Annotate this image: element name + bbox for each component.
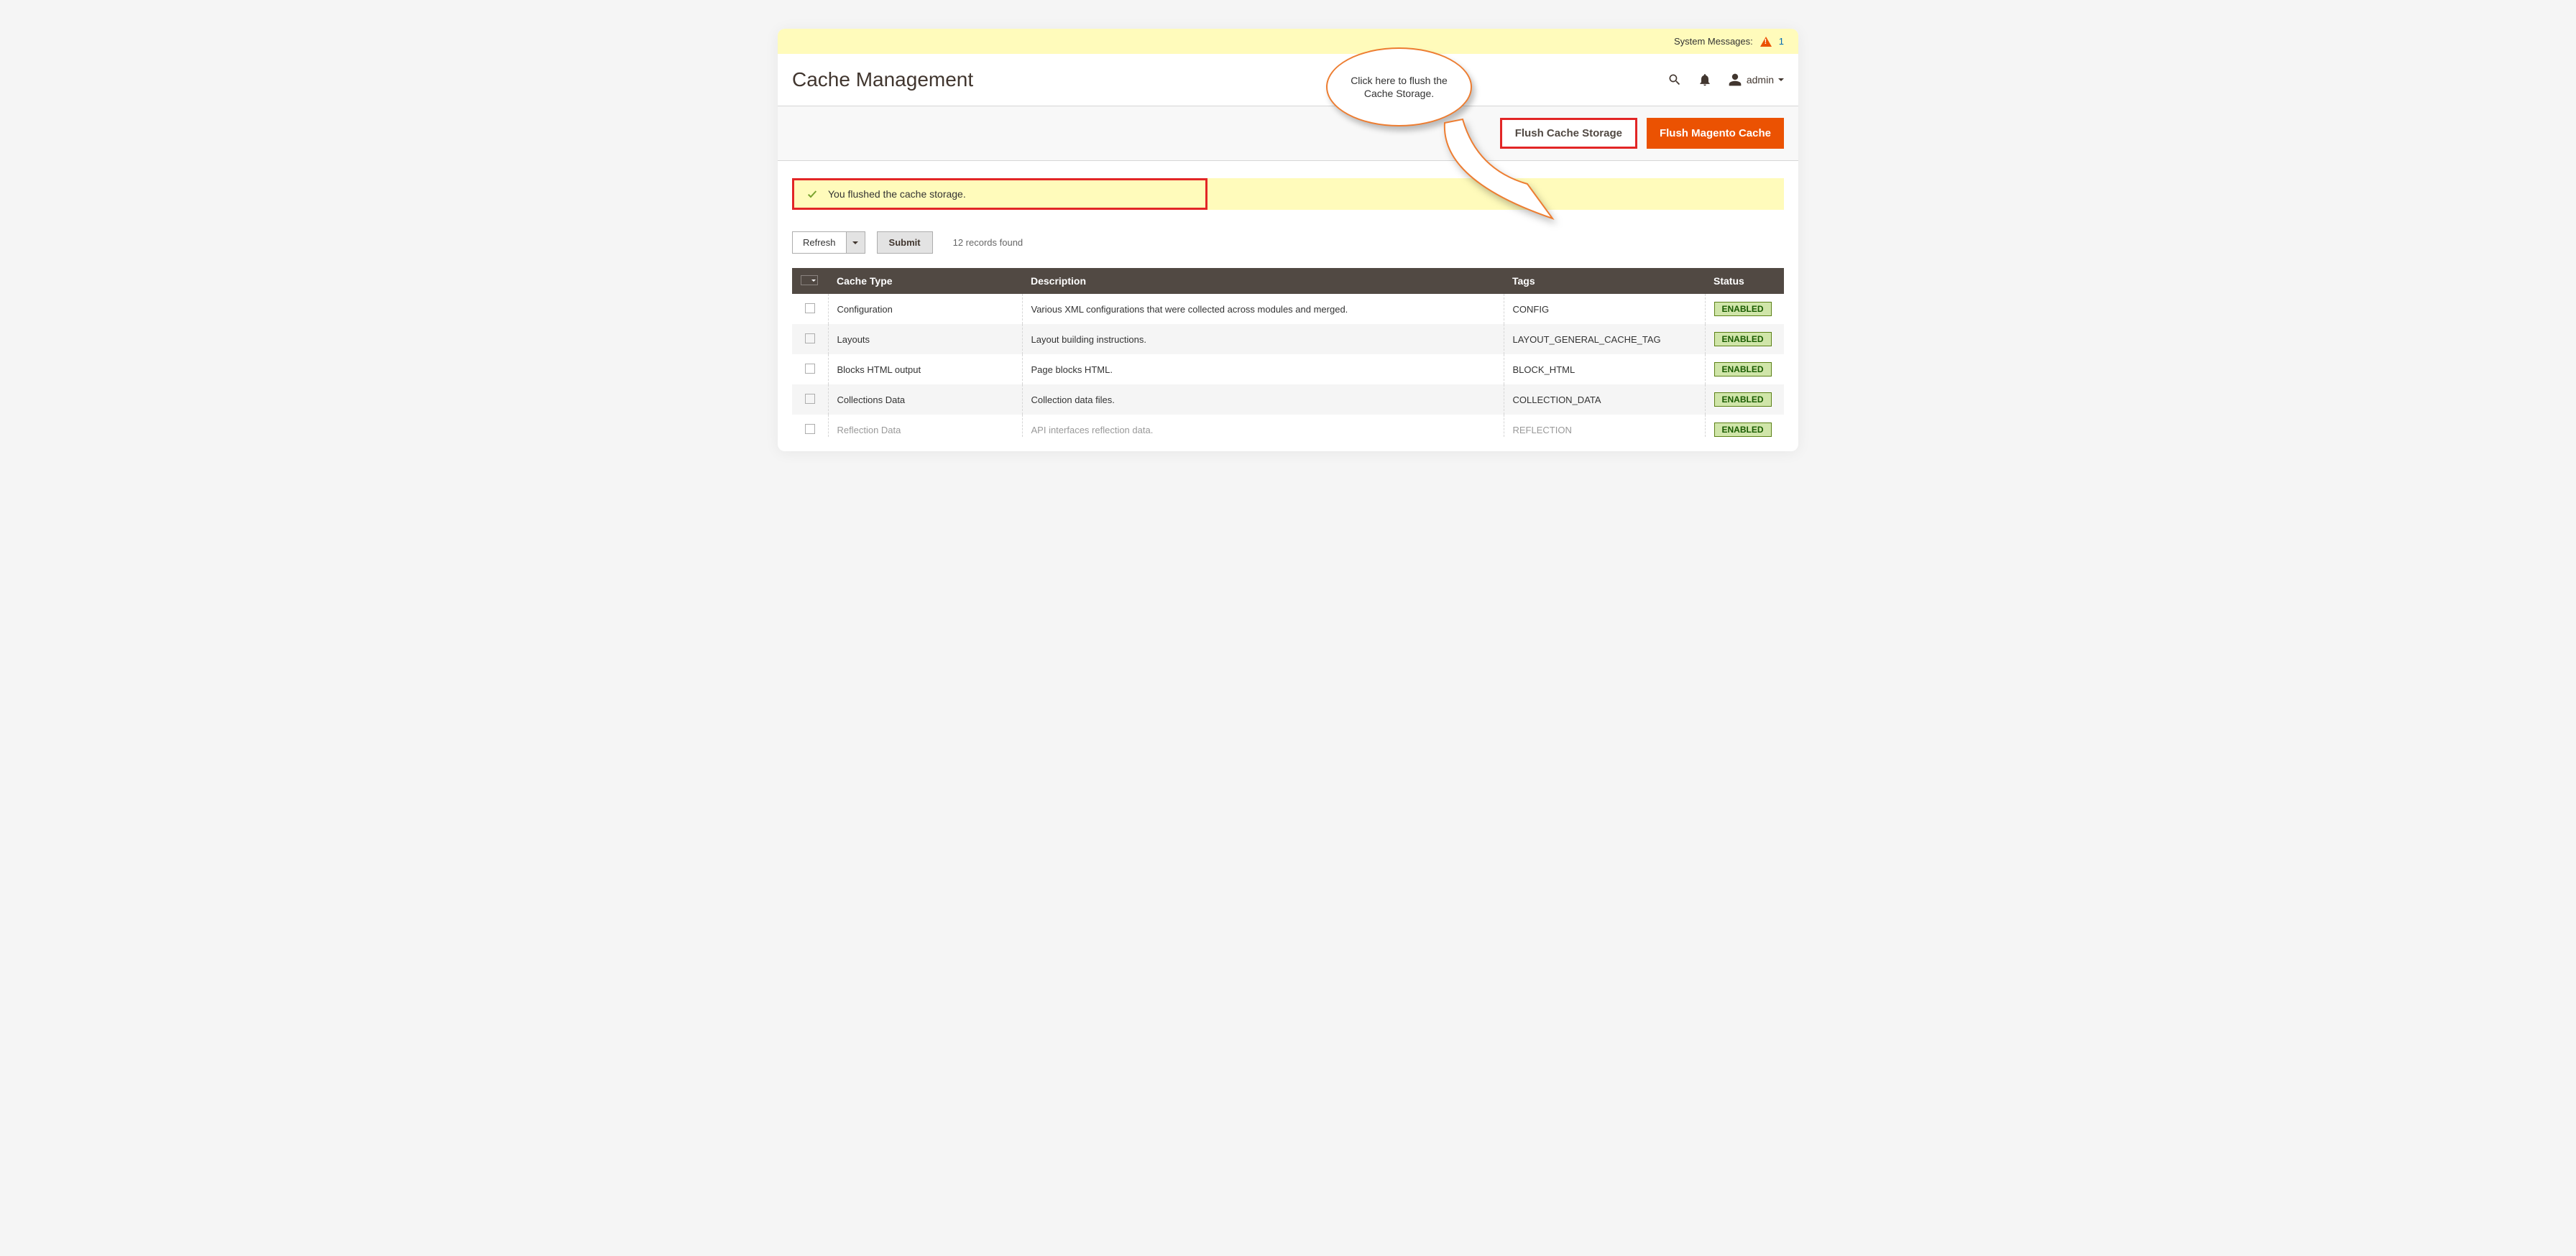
row-checkbox[interactable] <box>805 394 815 404</box>
table-row[interactable]: Reflection DataAPI interfaces reflection… <box>792 415 1784 437</box>
callout-annotation: Click here to flush the Cache Storage. <box>1326 47 1473 126</box>
callout-tail <box>1434 116 1563 226</box>
cell-tags: BLOCK_HTML <box>1504 354 1705 384</box>
mass-action-label: Refresh <box>793 232 846 253</box>
mass-action-select[interactable]: Refresh <box>792 231 865 254</box>
row-checkbox[interactable] <box>805 424 815 434</box>
warning-icon <box>1760 37 1772 47</box>
status-badge: ENABLED <box>1714 362 1772 377</box>
table-row[interactable]: Collections DataCollection data files.CO… <box>792 384 1784 415</box>
status-badge: ENABLED <box>1714 332 1772 346</box>
user-icon <box>1728 73 1742 87</box>
system-messages-bar[interactable]: System Messages: 1 <box>778 29 1798 54</box>
cell-cache-type: Layouts <box>828 324 1022 354</box>
cell-tags: REFLECTION <box>1504 415 1705 437</box>
success-message: You flushed the cache storage. <box>792 178 1784 210</box>
cache-grid: Cache Type Description Tags Status Confi… <box>792 268 1784 437</box>
admin-user-menu[interactable]: admin <box>1728 73 1784 87</box>
cell-description: Page blocks HTML. <box>1022 354 1504 384</box>
status-badge: ENABLED <box>1714 392 1772 407</box>
system-messages-count: 1 <box>1779 36 1784 47</box>
row-checkbox[interactable] <box>805 333 815 343</box>
status-badge: ENABLED <box>1714 302 1772 316</box>
cell-description: Collection data files. <box>1022 384 1504 415</box>
callout-text: Click here to flush the Cache Storage. <box>1342 74 1456 100</box>
column-cache-type[interactable]: Cache Type <box>828 268 1022 294</box>
app-window: Click here to flush the Cache Storage. S… <box>778 29 1798 451</box>
flush-magento-cache-button[interactable]: Flush Magento Cache <box>1647 118 1784 149</box>
cell-tags: COLLECTION_DATA <box>1504 384 1705 415</box>
grid-header-row: Cache Type Description Tags Status <box>792 268 1784 294</box>
cell-cache-type: Reflection Data <box>828 415 1022 437</box>
table-row[interactable]: ConfigurationVarious XML configurations … <box>792 294 1784 324</box>
cell-cache-type: Configuration <box>828 294 1022 324</box>
grid-toolbar: Refresh Submit 12 records found <box>792 231 1784 254</box>
admin-user-label: admin <box>1747 74 1774 86</box>
column-tags[interactable]: Tags <box>1504 268 1705 294</box>
column-status[interactable]: Status <box>1705 268 1784 294</box>
records-found-label: 12 records found <box>953 237 1024 248</box>
notifications-icon[interactable] <box>1698 73 1712 87</box>
cell-tags: LAYOUT_GENERAL_CACHE_TAG <box>1504 324 1705 354</box>
header-icons: admin <box>1668 73 1784 87</box>
status-badge: ENABLED <box>1714 422 1772 437</box>
search-icon[interactable] <box>1668 73 1682 87</box>
content-area: You flushed the cache storage. Refresh S… <box>778 178 1798 451</box>
cell-tags: CONFIG <box>1504 294 1705 324</box>
submit-button[interactable]: Submit <box>877 231 933 254</box>
actions-bar: Flush Cache Storage Flush Magento Cache <box>778 106 1798 161</box>
callout-bubble: Click here to flush the Cache Storage. <box>1326 47 1472 126</box>
chevron-down-icon <box>1778 78 1784 81</box>
row-checkbox[interactable] <box>805 303 815 313</box>
chevron-down-icon <box>846 232 865 253</box>
cell-description: Various XML configurations that were col… <box>1022 294 1504 324</box>
select-all-header[interactable] <box>792 268 828 294</box>
page-title: Cache Management <box>792 68 973 91</box>
cell-cache-type: Collections Data <box>828 384 1022 415</box>
check-icon <box>806 188 818 200</box>
cell-description: API interfaces reflection data. <box>1022 415 1504 437</box>
table-row[interactable]: Blocks HTML outputPage blocks HTML.BLOCK… <box>792 354 1784 384</box>
cell-description: Layout building instructions. <box>1022 324 1504 354</box>
column-description[interactable]: Description <box>1022 268 1504 294</box>
success-message-text: You flushed the cache storage. <box>828 188 966 200</box>
table-row[interactable]: LayoutsLayout building instructions.LAYO… <box>792 324 1784 354</box>
success-message-wrapper: You flushed the cache storage. <box>792 178 1784 210</box>
row-checkbox[interactable] <box>805 364 815 374</box>
page-header: Cache Management admin <box>778 54 1798 106</box>
system-messages-label: System Messages: <box>1674 36 1753 47</box>
cell-cache-type: Blocks HTML output <box>828 354 1022 384</box>
